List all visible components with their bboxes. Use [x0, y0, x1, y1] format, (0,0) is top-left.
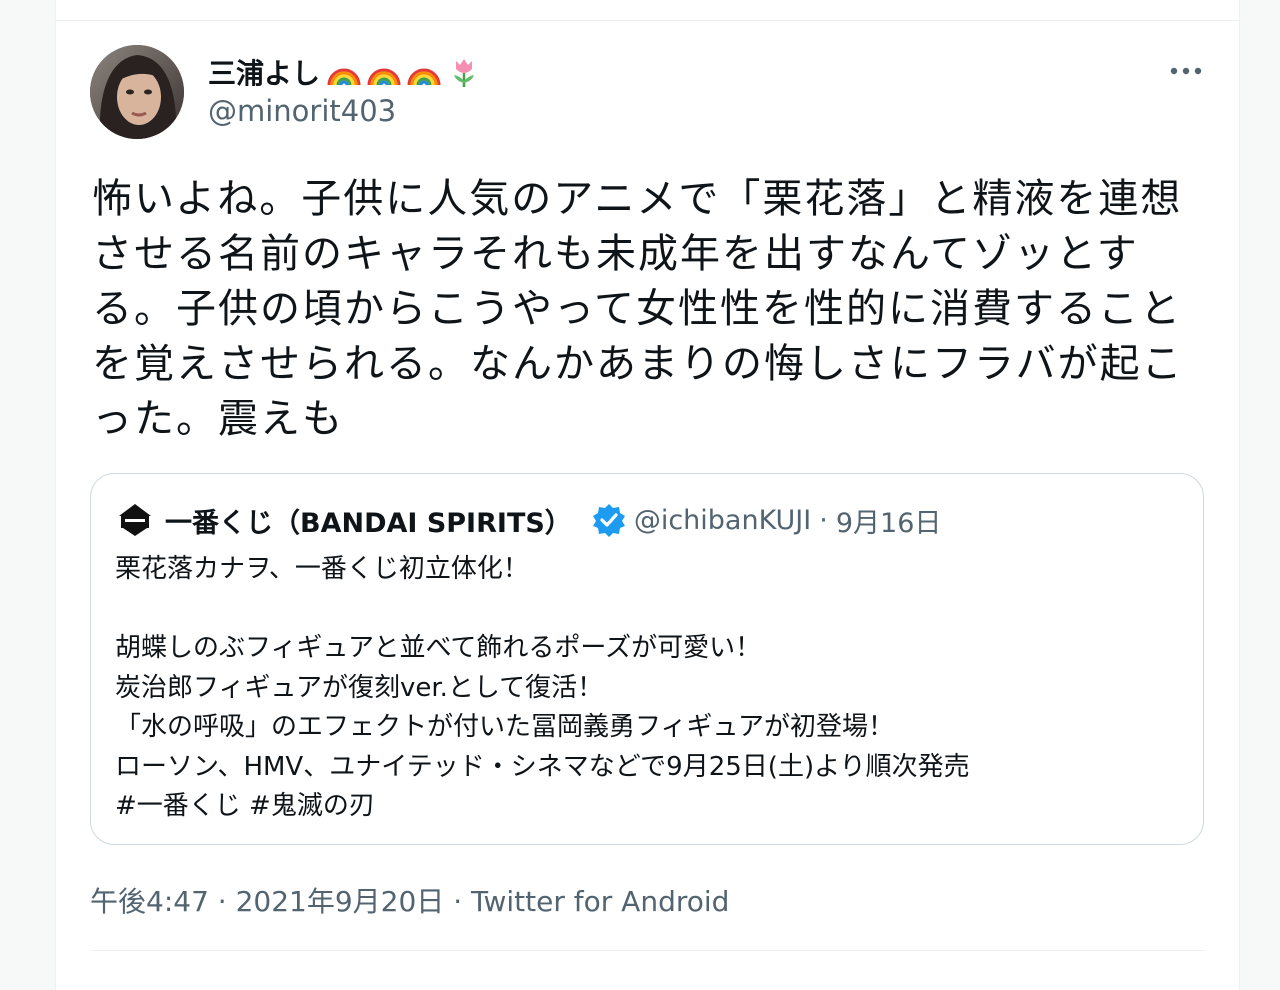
tweet-source[interactable]: Twitter for Android — [471, 885, 729, 918]
tweet-text-line: る。子供の頃からこうやって女性性を性的に消費すること — [92, 286, 1182, 332]
ichiban-kuji-logo-icon — [115, 500, 155, 540]
tweet-text-line: させる名前のキャラそれも未成年を出すなんてゾッとす — [92, 231, 1139, 277]
tweet-text-line: を覚えさせられる。なんかあまりの悔しさにフラバが起こ — [92, 341, 1184, 387]
tweet-card: 三浦よし @minorit403 怖いよね。子供に人気のアニメで「栗花落」と精液… — [55, 0, 1240, 990]
avatar[interactable] — [90, 45, 184, 139]
tulip-icon — [454, 59, 475, 87]
bottom-divider — [90, 950, 1205, 951]
quoted-text-line: 栗花落カナヲ、一番くじ初立体化！ — [115, 554, 529, 584]
tweet-time[interactable]: 午後4:47 — [90, 885, 209, 918]
name-emojis — [326, 57, 482, 87]
separator-dot: · — [453, 885, 463, 918]
rainbow-icon — [367, 68, 401, 86]
quoted-display-name[interactable]: 一番くじ（BANDAI SPIRITS） — [165, 501, 572, 540]
verified-badge-icon — [592, 504, 625, 537]
separator-dot: · — [819, 504, 828, 536]
quoted-text-line: 「水の呼吸」のエフェクトが付いた冨岡義勇フィギュアが初登場！ — [115, 712, 894, 742]
tweet-date[interactable]: 2021年9月20日 — [236, 885, 445, 918]
tweet-text-line: 怖いよね。子供に人気のアニメで「栗花落」と精液を連想 — [92, 176, 1183, 222]
quoted-text-line: ローソン、HMV、ユナイテッド・シネマなどで9月25日(土)より順次発売 — [115, 751, 970, 782]
display-name[interactable]: 三浦よし — [208, 52, 320, 92]
rainbow-icon — [327, 68, 361, 86]
top-divider — [56, 20, 1239, 21]
quoted-handle[interactable]: @ichibanKUJI — [634, 505, 811, 536]
tweet-text: 怖いよね。子供に人気のアニメで「栗花落」と精液を連想 させる名前のキャラそれも未… — [92, 172, 1212, 447]
rainbow-icon — [407, 68, 441, 86]
tweet-metadata: 午後4:47 · 2021年9月20日 · Twitter for Androi… — [90, 880, 729, 920]
more-icon — [1170, 67, 1202, 75]
quoted-text-line: 胡蝶しのぶフィギュアと並べて飾れるポーズが可愛い！ — [115, 633, 762, 663]
quoted-hashtags[interactable]: #一番くじ #鬼滅の刃 — [115, 787, 1175, 827]
quoted-text-line — [115, 590, 1175, 630]
quoted-tweet[interactable]: 一番くじ（BANDAI SPIRITS） @ichibanKUJI · 9月16… — [90, 473, 1204, 845]
quoted-date[interactable]: 9月16日 — [836, 501, 942, 540]
tweet-text-line: った。震えも — [92, 396, 344, 442]
more-options-button[interactable] — [1166, 56, 1206, 86]
quoted-tweet-text: 栗花落カナヲ、一番くじ初立体化！ 胡蝶しのぶフィギュアと並べて飾れるポーズが可愛… — [115, 550, 1175, 827]
user-handle[interactable]: @minorit403 — [208, 94, 396, 128]
display-name-row[interactable]: 三浦よし — [208, 52, 482, 92]
quoted-tweet-header: 一番くじ（BANDAI SPIRITS） @ichibanKUJI · 9月16… — [115, 500, 941, 540]
separator-dot: · — [217, 885, 227, 918]
quoted-text-line: 炭治郎フィギュアが復刻ver.として復活！ — [115, 672, 604, 703]
